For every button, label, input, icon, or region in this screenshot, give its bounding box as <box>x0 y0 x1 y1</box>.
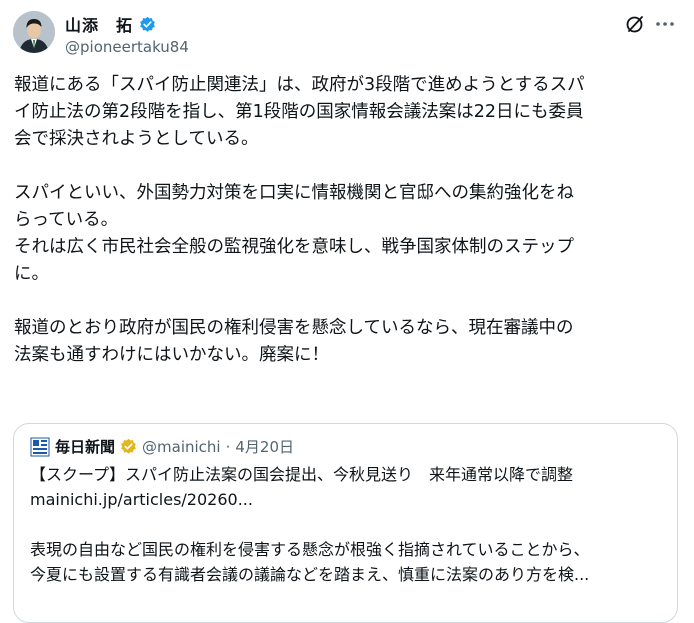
post-line: 会で採決されようとしている。 <box>14 129 259 149</box>
post-paragraph: 報道のとおり政府が国民の権利侵害を懸念しているなら、現在審議中の 法案も通すわけ… <box>14 315 682 369</box>
post: 山添 拓 @pioneertaku84 報道にある「スパイ防止関連法」は、政府が… <box>0 0 694 623</box>
post-paragraph: スパイといい、外国勢力対策を口実に情報機関と官邸への集約強化をね らっている。 … <box>14 180 682 288</box>
meta-separator: · <box>225 437 231 456</box>
post-paragraph: 報道にある「スパイ防止関連法」は、政府が3段階で進めようとするスパ イ防止法の第… <box>14 72 682 153</box>
post-line: イ防止法の第2段階を指し、第1段階の国家情報会議法案は22日にも委員 <box>14 102 584 122</box>
quoted-author-name[interactable]: 毎日新聞 <box>55 436 115 457</box>
author-handle[interactable]: @pioneertaku84 <box>65 38 189 56</box>
quoted-post-header: 毎日新聞 @mainichi · 4月20日 <box>30 436 294 457</box>
post-line: 報道にある「スパイ防止関連法」は、政府が3段階で進めようとするスパ <box>14 75 585 95</box>
post-line: らっている。 <box>14 210 119 230</box>
verified-badge-icon <box>139 16 156 33</box>
quoted-excerpt-line: 表現の自由など国民の権利を侵害する懸念が根強く指摘されていることから、 <box>30 540 590 559</box>
post-line: 法案も通すわけにはいかない。廃案に！ <box>14 345 329 365</box>
author-name-row: 山添 拓 <box>65 13 156 35</box>
quoted-post-text: 【スクープ】スパイ防止法案の国会提出、今秋見送り 来年通常以降で調整 maini… <box>30 462 665 587</box>
quoted-post-card[interactable]: 毎日新聞 @mainichi · 4月20日 【スクープ】スパイ防止法案の国会提… <box>13 423 678 623</box>
post-line: それは広く市民社会全般の監視強化を意味し、戦争国家体制のステップ <box>14 237 574 257</box>
post-line: 報道のとおり政府が国民の権利侵害を懸念しているなら、現在審議中の <box>14 318 574 338</box>
mainichi-logo-icon[interactable] <box>30 437 50 457</box>
author-avatar[interactable] <box>13 11 55 53</box>
verified-gold-badge-icon <box>120 438 137 455</box>
quoted-headline: 【スクープ】スパイ防止法案の国会提出、今秋見送り 来年通常以降で調整 <box>30 465 574 484</box>
post-line: スパイといい、外国勢力対策を口実に情報機関と官邸への集約強化をね <box>14 183 574 203</box>
quoted-link[interactable]: mainichi.jp/articles/20260... <box>30 487 665 512</box>
quoted-post-date[interactable]: 4月20日 <box>235 436 294 457</box>
grok-icon[interactable] <box>625 14 645 34</box>
post-line: に。 <box>14 264 49 284</box>
quoted-author-handle[interactable]: @mainichi <box>142 438 221 456</box>
more-icon[interactable] <box>654 14 676 34</box>
post-text: 報道にある「スパイ防止関連法」は、政府が3段階で進めようとするスパ イ防止法の第… <box>14 72 682 369</box>
quoted-excerpt-line: 今夏にも設置する有識者会議の議論などを踏まえ、慎重に法案のあり方を検... <box>30 565 590 584</box>
author-display-name[interactable]: 山添 拓 <box>65 12 133 36</box>
